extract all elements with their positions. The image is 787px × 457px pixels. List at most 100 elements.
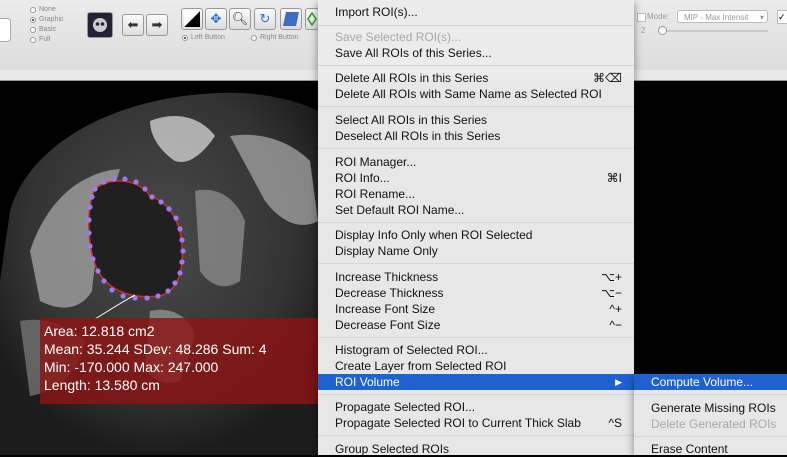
menu-item-label: ROI Rename... bbox=[335, 187, 416, 201]
mode-select[interactable]: MIP - Max Intensit ▾ bbox=[677, 10, 768, 23]
menu-item-label: Histogram of Selected ROI... bbox=[335, 343, 488, 357]
right-button-option[interactable]: Right Button bbox=[251, 34, 299, 41]
radio-icon bbox=[251, 34, 257, 41]
menu-item-histogram[interactable]: Histogram of Selected ROI... bbox=[318, 342, 634, 358]
roi-area-text: Area: 12.818 cm2 bbox=[44, 323, 155, 339]
menu-item-label: Display Info Only when ROI Selected bbox=[335, 228, 533, 242]
menu-item-display-name-only[interactable]: Display Name Only bbox=[318, 243, 634, 259]
menu-item-label: Compute Volume... bbox=[651, 375, 754, 389]
render-mode-label: Graphic bbox=[39, 16, 64, 23]
mode-select-value: MIP - Max Intensit bbox=[684, 13, 749, 22]
menu-item-label: Save Selected ROI(s)... bbox=[335, 30, 462, 44]
menu-separator bbox=[634, 394, 787, 395]
roi-length-text: Length: 13.580 cm bbox=[44, 377, 160, 393]
menu-item-roi-volume[interactable]: ROI Volume ▶ bbox=[318, 374, 634, 390]
left-button-option[interactable]: Left Button bbox=[182, 34, 225, 41]
right-button-label: Right Button bbox=[260, 34, 299, 41]
menu-shortcut: ^S bbox=[608, 416, 622, 430]
menu-item-label: Delete All ROIs in this Series bbox=[335, 71, 489, 85]
menu-item-propagate[interactable]: Propagate Selected ROI... bbox=[318, 399, 634, 415]
menu-separator bbox=[318, 106, 634, 107]
roi-tool[interactable] bbox=[305, 8, 319, 30]
menu-item-label: Increase Thickness bbox=[335, 270, 439, 284]
menu-item-select-all[interactable]: Select All ROIs in this Series bbox=[318, 112, 634, 128]
menu-item-default-roi-name[interactable]: Set Default ROI Name... bbox=[318, 202, 634, 218]
menu-item-increase-font[interactable]: Increase Font Size ^+ bbox=[318, 301, 634, 317]
menu-shortcut: ⌥+ bbox=[601, 270, 622, 284]
image-tiles-icon[interactable] bbox=[87, 12, 113, 38]
roi-mean-text: Mean: 35.244 SDev: 48.286 Sum: 4 bbox=[44, 341, 267, 357]
thickness-slider[interactable] bbox=[658, 26, 768, 35]
menu-item-decrease-font[interactable]: Decrease Font Size ^− bbox=[318, 317, 634, 333]
menu-item-label: Propagate Selected ROI to Current Thick … bbox=[335, 416, 581, 430]
move-tool[interactable]: ✥ bbox=[205, 8, 227, 30]
menu-item-import-roi[interactable]: Import ROI(s)... bbox=[318, 4, 634, 20]
menu-item-label: Deselect All ROIs in this Series bbox=[335, 129, 501, 143]
submenu-item-compute-volume[interactable]: Compute Volume... bbox=[634, 374, 787, 390]
radio-icon bbox=[30, 6, 36, 13]
previous-button[interactable]: ⬅ bbox=[122, 14, 144, 36]
roi-menu: Import ROI(s)... Save Selected ROI(s)...… bbox=[318, 0, 634, 456]
menu-item-label: Save All ROIs of this Series... bbox=[335, 46, 492, 60]
submenu-item-generate-missing[interactable]: Generate Missing ROIs bbox=[634, 400, 787, 416]
submenu-item-delete-generated: Delete Generated ROIs bbox=[634, 416, 787, 432]
menu-item-delete-all[interactable]: Delete All ROIs in this Series ⌘⌫ bbox=[318, 70, 634, 86]
menu-separator bbox=[318, 25, 634, 26]
zoom-tool[interactable]: 🔍︎ bbox=[229, 8, 251, 30]
menu-separator bbox=[318, 263, 634, 264]
rotate-tool[interactable]: ↻ bbox=[254, 8, 276, 30]
magnifier-icon: 🔍︎ bbox=[231, 11, 249, 26]
menu-item-save-all[interactable]: Save All ROIs of this Series... bbox=[318, 45, 634, 61]
menu-shortcut: ^− bbox=[609, 318, 622, 332]
render-mode-label: Full bbox=[39, 36, 51, 43]
scroll-tool[interactable] bbox=[280, 8, 302, 30]
menu-separator bbox=[318, 148, 634, 149]
roi-minmax-text: Min: -170.000 Max: 247.000 bbox=[44, 359, 219, 375]
render-mode-full[interactable]: Full bbox=[30, 36, 50, 43]
chevron-down-icon: ▾ bbox=[759, 13, 764, 22]
menu-item-roi-rename[interactable]: ROI Rename... bbox=[318, 186, 634, 202]
menu-separator bbox=[318, 435, 634, 436]
menu-item-label: Import ROI(s)... bbox=[335, 5, 418, 19]
radio-icon bbox=[182, 34, 188, 41]
menu-item-label: Delete All ROIs with Same Name as Select… bbox=[335, 87, 602, 101]
menu-item-increase-thickness[interactable]: Increase Thickness ⌥+ bbox=[318, 269, 634, 285]
menu-item-delete-same-name[interactable]: Delete All ROIs with Same Name as Select… bbox=[318, 86, 634, 102]
right-checkbox[interactable]: ✓ bbox=[777, 10, 787, 24]
menu-separator bbox=[318, 394, 634, 395]
next-button[interactable]: ➡ bbox=[146, 14, 168, 36]
stepper-control[interactable] bbox=[0, 18, 11, 42]
menu-item-label: ROI Info... bbox=[335, 171, 390, 185]
arrow-right-icon: ➡ bbox=[151, 17, 163, 32]
menu-item-label: Select All ROIs in this Series bbox=[335, 113, 488, 127]
skull-icon bbox=[93, 18, 107, 32]
render-mode-none[interactable]: None bbox=[30, 6, 56, 13]
render-mode-basic[interactable]: Basic bbox=[30, 26, 56, 33]
roi-shape-icon bbox=[307, 12, 317, 26]
menu-shortcut: ⌘I bbox=[606, 171, 622, 185]
menu-shortcut: ^+ bbox=[609, 302, 622, 316]
slider-knob[interactable] bbox=[658, 26, 667, 35]
menu-item-create-layer[interactable]: Create Layer from Selected ROI bbox=[318, 358, 634, 374]
menu-item-label: Generate Missing ROIs bbox=[651, 401, 776, 415]
mode-label: Mode: bbox=[647, 12, 670, 21]
menu-separator bbox=[318, 65, 634, 66]
left-button-label: Left Button bbox=[191, 34, 225, 41]
menu-item-display-info-only[interactable]: Display Info Only when ROI Selected bbox=[318, 227, 634, 243]
window-level-icon bbox=[184, 11, 200, 27]
menu-item-label: Display Name Only bbox=[335, 244, 438, 258]
arrow-left-icon: ⬅ bbox=[127, 17, 139, 32]
render-mode-label: None bbox=[39, 6, 56, 13]
menu-item-label: Create Layer from Selected ROI bbox=[335, 359, 507, 373]
render-mode-label: Basic bbox=[39, 26, 57, 33]
menu-item-decrease-thickness[interactable]: Decrease Thickness ⌥− bbox=[318, 285, 634, 301]
menu-item-deselect-all[interactable]: Deselect All ROIs in this Series bbox=[318, 128, 634, 144]
radio-icon bbox=[30, 16, 36, 23]
mode-checkbox[interactable] bbox=[637, 13, 646, 22]
window-level-tool[interactable] bbox=[181, 8, 203, 30]
menu-item-roi-manager[interactable]: ROI Manager... bbox=[318, 154, 634, 170]
menu-item-propagate-thick-slab[interactable]: Propagate Selected ROI to Current Thick … bbox=[318, 415, 634, 431]
menu-item-label: Increase Font Size bbox=[335, 302, 436, 316]
render-mode-graphic[interactable]: Graphic bbox=[30, 16, 64, 23]
menu-item-roi-info[interactable]: ROI Info... ⌘I bbox=[318, 170, 634, 186]
